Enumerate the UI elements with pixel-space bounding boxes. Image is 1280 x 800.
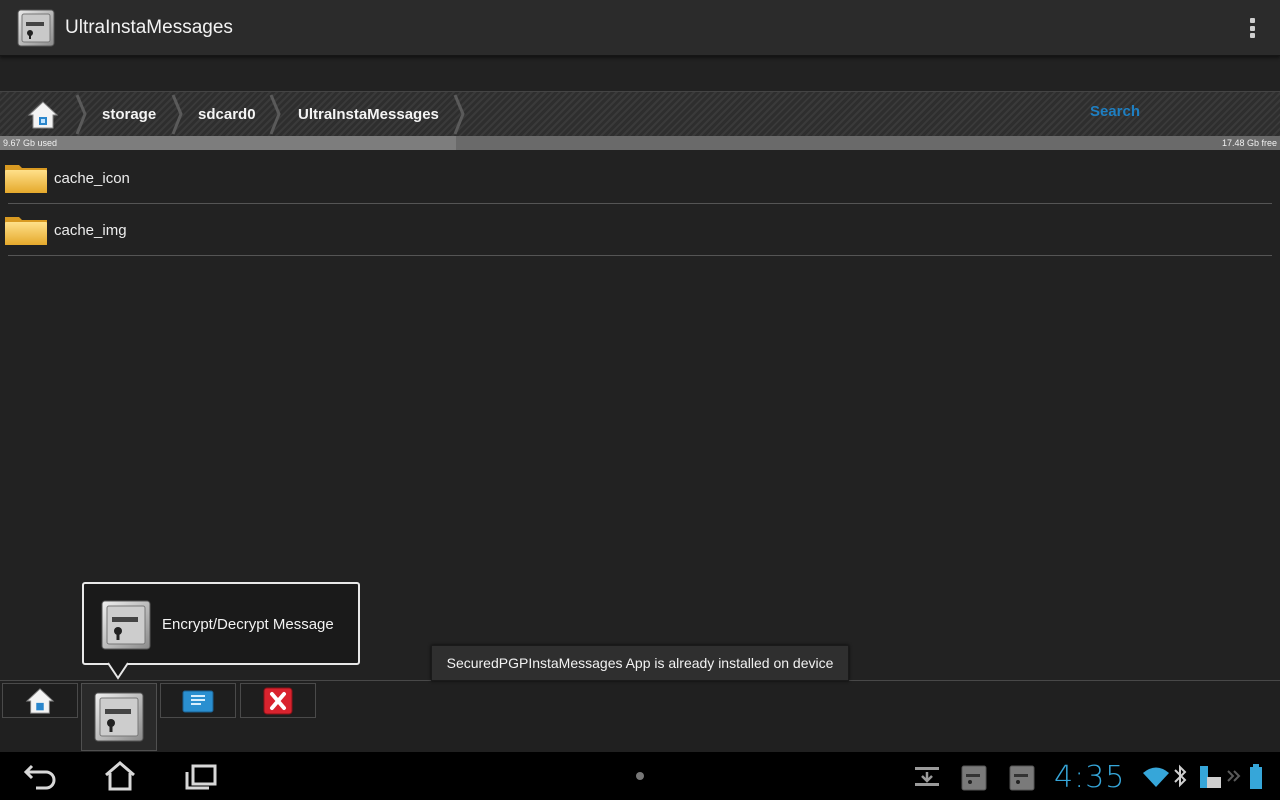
popup-pointer [108, 662, 128, 680]
breadcrumb-sdcard0[interactable]: sdcard0 [198, 92, 256, 137]
file-row-cache-icon[interactable]: cache_icon [0, 152, 1280, 204]
lock-icon [101, 600, 151, 650]
file-row-cache-img[interactable]: cache_img [0, 204, 1280, 256]
breadcrumb-separator-icon [269, 94, 281, 135]
keyboard-battery-icon [1200, 766, 1221, 788]
more-chevron-icon [1227, 770, 1241, 782]
storage-used-label: 9.67 Gb used [3, 138, 58, 148]
lock-icon [94, 692, 144, 742]
storage-free-label: 17.48 Gb free [1221, 138, 1277, 148]
nav-home-icon[interactable] [100, 760, 140, 792]
back-icon[interactable] [22, 760, 62, 792]
breadcrumb-separator-icon [453, 94, 465, 135]
file-name: cache_img [54, 222, 127, 239]
status-clock[interactable]: 4:35 [1054, 760, 1125, 795]
folder-icon [5, 217, 47, 245]
breadcrumb: storage sdcard0 UltraInstaMessages Searc… [0, 91, 1280, 136]
storage-usage-fill [0, 136, 456, 150]
breadcrumb-storage[interactable]: storage [102, 92, 156, 137]
action-bar: UltraInstaMessages [0, 0, 1280, 56]
popup-label: Encrypt/Decrypt Message [162, 616, 334, 633]
breadcrumb-separator-icon [75, 94, 87, 135]
close-icon [263, 687, 293, 714]
home-icon [27, 100, 59, 128]
breadcrumb-separator-icon [171, 94, 183, 135]
toolbar-notes-button[interactable] [160, 683, 236, 718]
toast-message: SecuredPGPInstaMessages App is already i… [431, 645, 849, 681]
bottom-toolbar [0, 680, 1280, 752]
breadcrumb-home[interactable] [20, 92, 66, 137]
home-icon [25, 687, 55, 714]
search-link[interactable]: Search [1090, 103, 1140, 120]
bluetooth-icon [1174, 764, 1187, 788]
system-nav-bar: 4:35 [0, 752, 1280, 800]
storage-usage-bar: 9.67 Gb used 17.48 Gb free [0, 136, 1280, 150]
app-drawer-dot[interactable] [636, 772, 644, 780]
battery-icon [1250, 764, 1262, 789]
breadcrumb-ultrainstamessages[interactable]: UltraInstaMessages [298, 92, 439, 137]
download-icon [915, 767, 939, 786]
toolbar-encrypt-button[interactable] [81, 683, 157, 751]
screen: UltraInstaMessages storage sdcard0 Ultra… [0, 0, 1280, 800]
toolbar-home-button[interactable] [2, 683, 78, 718]
app-notification-icon [1009, 765, 1035, 791]
app-lock-icon[interactable] [17, 9, 55, 47]
folder-icon [5, 165, 47, 193]
recent-apps-icon[interactable] [181, 760, 221, 792]
file-name: cache_icon [54, 170, 130, 187]
wifi-icon [1143, 767, 1169, 787]
toolbar-close-button[interactable] [240, 683, 316, 718]
notes-folder-icon [182, 690, 214, 712]
app-notification-icon [961, 765, 987, 791]
app-title: UltraInstaMessages [65, 17, 233, 38]
encrypt-decrypt-popup[interactable]: Encrypt/Decrypt Message [82, 582, 360, 665]
overflow-menu-icon[interactable] [1246, 16, 1258, 40]
row-divider [8, 255, 1272, 256]
